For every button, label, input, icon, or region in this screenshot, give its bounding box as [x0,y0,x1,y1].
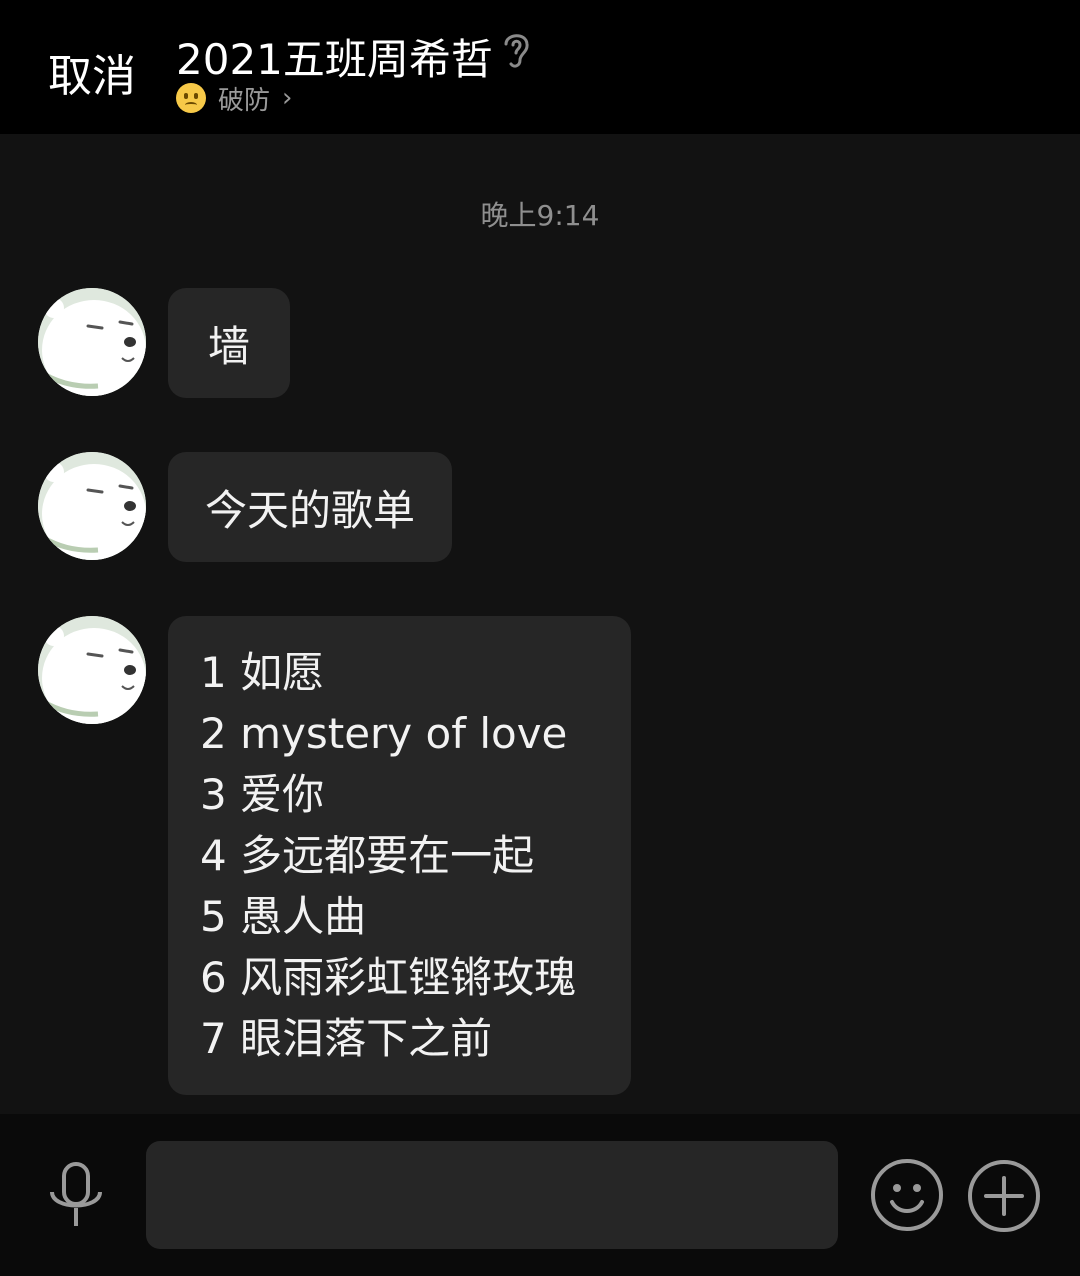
avatar[interactable] [38,288,146,396]
status-row[interactable]: 破防 › [176,80,292,116]
song-list-item: 3 爱你 [200,770,325,819]
chat-area: 晚上9:14 墙 今天的歌单 1 如愿 2 mystery of love 3 … [0,134,1080,1114]
avatar[interactable] [38,452,146,560]
message-bubble-song-list[interactable]: 1 如愿 2 mystery of love 3 爱你 4 多远都要在一起 5 … [168,616,631,1095]
emoji-icon[interactable] [870,1158,944,1232]
microphone-icon[interactable] [44,1160,108,1232]
status-text: 破防 [218,85,271,116]
song-list-item: 1 如愿 [200,648,325,697]
song-list-item: 2 mystery of love [200,709,568,758]
frowning-face-icon [176,83,206,113]
chat-header: 取消 2021五班周希哲 破防 › [0,0,1080,134]
chat-title: 2021五班周希哲 [176,35,493,84]
message-input[interactable] [146,1141,838,1249]
cancel-button[interactable]: 取消 [48,40,136,104]
chevron-right-icon: › [282,83,293,113]
song-list-item: 5 愚人曲 [200,892,367,941]
message-timestamp: 晚上9:14 [480,199,600,232]
avatar[interactable] [38,616,146,724]
song-list-item: 4 多远都要在一起 [200,831,535,880]
message-bubble[interactable]: 墙 [168,288,290,398]
song-list-item: 6 风雨彩虹铿锵玫瑰 [200,953,577,1002]
message-bubble[interactable]: 今天的歌单 [168,452,452,562]
song-list-item: 7 眼泪落下之前 [200,1014,493,1063]
plus-icon[interactable] [966,1158,1042,1234]
ear-icon[interactable] [496,28,536,72]
